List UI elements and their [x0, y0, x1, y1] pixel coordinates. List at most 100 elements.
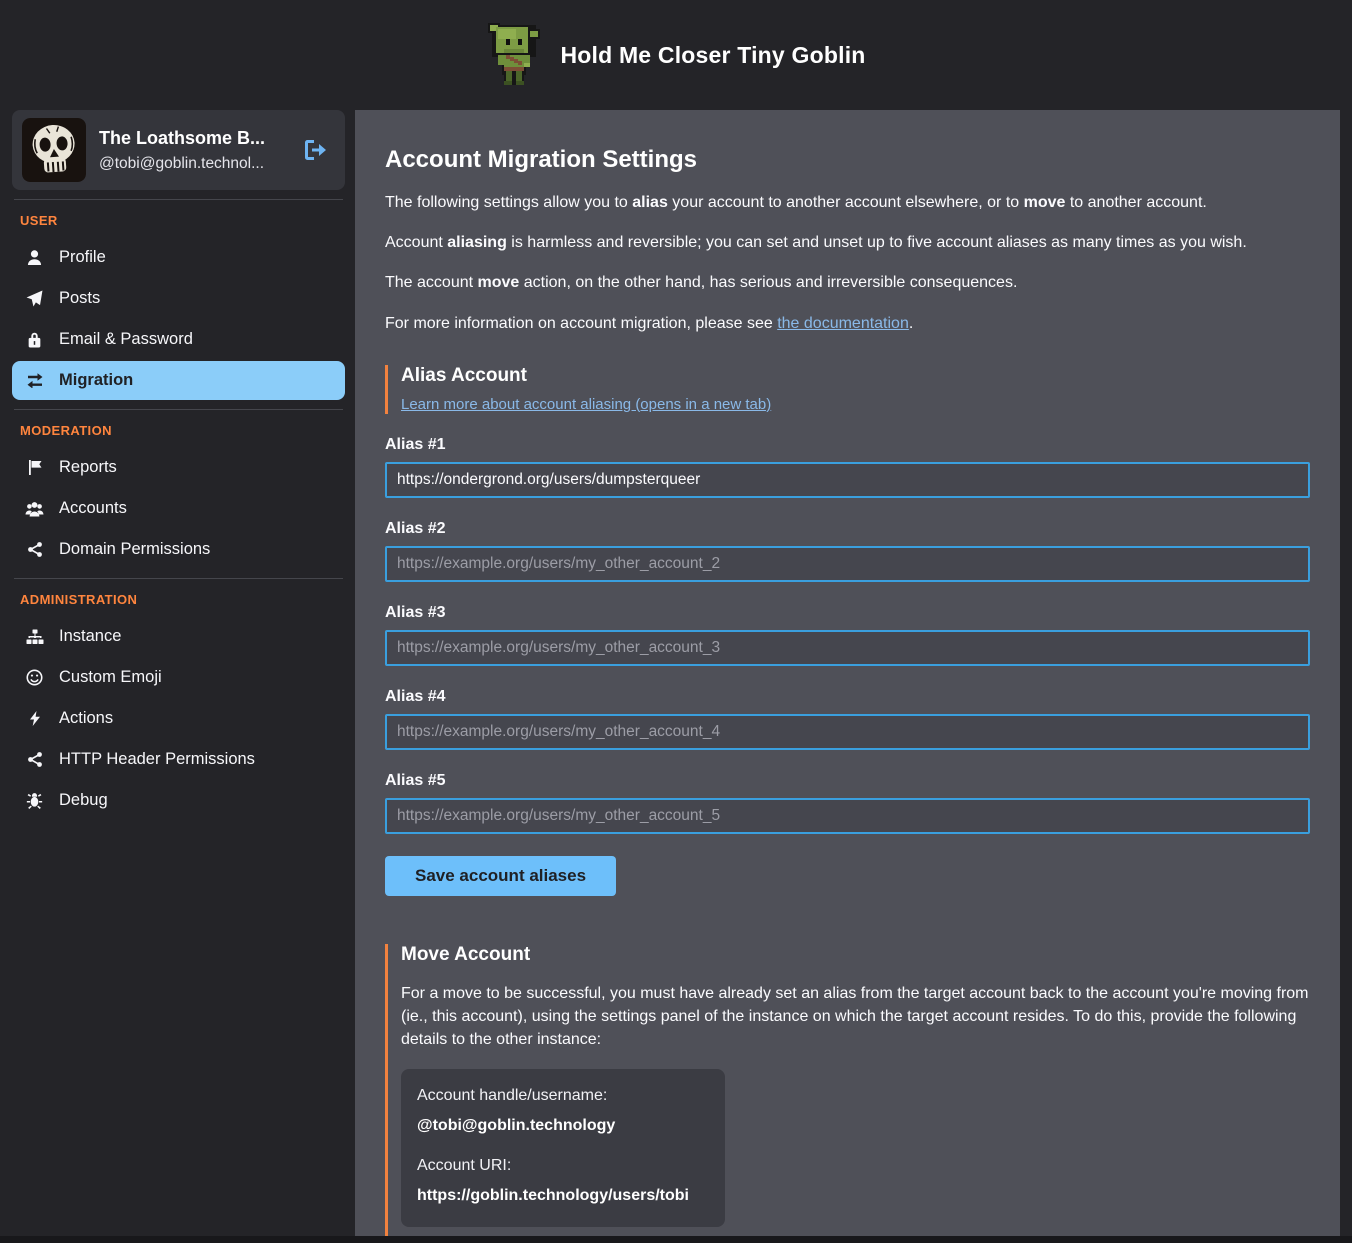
user-card: The Loathsome B... @tobi@goblin.technol.…	[12, 110, 345, 190]
bold-text: aliasing	[447, 234, 507, 251]
sidebar-item-profile[interactable]: Profile	[12, 238, 345, 277]
text: to another account.	[1065, 194, 1206, 211]
sidebar-item-reports[interactable]: Reports	[12, 448, 345, 487]
sidebar-item-label: Accounts	[59, 499, 127, 518]
account-uri-label: Account URI:	[417, 1157, 707, 1175]
user-icon	[25, 249, 44, 266]
sidebar-divider	[14, 578, 343, 579]
bold-text: move	[1024, 194, 1066, 211]
intro-paragraph-2: Account aliasing is harmless and reversi…	[385, 231, 1310, 254]
lock-icon	[25, 331, 44, 348]
sidebar-divider	[14, 409, 343, 410]
sidebar-item-label: Domain Permissions	[59, 540, 210, 559]
paper-plane-icon	[25, 290, 44, 307]
alias-1-input[interactable]	[385, 462, 1310, 498]
logout-icon	[303, 139, 327, 161]
text: action, on the other hand, has serious a…	[519, 274, 1017, 291]
move-info-box: Account handle/username: @tobi@goblin.te…	[401, 1069, 725, 1227]
alias-4-label: Alias #4	[385, 688, 1310, 706]
app-header: Hold Me Closer Tiny Goblin	[0, 0, 1352, 110]
app-title: Hold Me Closer Tiny Goblin	[560, 42, 865, 69]
sidebar-item-label: Profile	[59, 248, 106, 267]
sidebar-item-custom-emoji[interactable]: Custom Emoji	[12, 658, 345, 697]
alias-2-input[interactable]	[385, 546, 1310, 582]
move-section-docs: Move Account For a move to be successful…	[385, 944, 1310, 1243]
bug-icon	[25, 792, 44, 809]
save-account-aliases-button[interactable]: Save account aliases	[385, 856, 616, 896]
sidebar-item-label: Posts	[59, 289, 100, 308]
alias-5-label: Alias #5	[385, 772, 1310, 790]
alias-field-2: Alias #2	[385, 520, 1310, 582]
sidebar-item-instance[interactable]: Instance	[12, 617, 345, 656]
nav-category-user: USER	[20, 213, 337, 228]
sidebar-item-domain-permissions[interactable]: Domain Permissions	[12, 530, 345, 569]
text: Account	[385, 234, 447, 251]
account-uri-value: https://goblin.technology/users/tobi	[417, 1187, 707, 1205]
user-display-name: The Loathsome B...	[99, 128, 286, 149]
sidebar: The Loathsome B... @tobi@goblin.technol.…	[0, 110, 355, 822]
sidebar-item-http-header-permissions[interactable]: HTTP Header Permissions	[12, 740, 345, 779]
move-account-section: Move Account For a move to be successful…	[385, 944, 1310, 1243]
sidebar-item-accounts[interactable]: Accounts	[12, 489, 345, 528]
users-icon	[25, 501, 44, 517]
text: your account to another account elsewher…	[668, 194, 1024, 211]
intro-paragraph-4: For more information on account migratio…	[385, 312, 1310, 335]
alias-2-label: Alias #2	[385, 520, 1310, 538]
sidebar-item-label: Debug	[59, 791, 108, 810]
bolt-icon	[25, 710, 44, 727]
alias-field-3: Alias #3	[385, 604, 1310, 666]
move-description: For a move to be successful, you must ha…	[401, 982, 1310, 1052]
intro-paragraph-3: The account move action, on the other ha…	[385, 271, 1310, 294]
logout-button[interactable]	[299, 135, 331, 165]
account-handle-value: @tobi@goblin.technology	[417, 1117, 707, 1135]
alias-3-label: Alias #3	[385, 604, 1310, 622]
bold-text: move	[478, 274, 520, 291]
sidebar-item-label: HTTP Header Permissions	[59, 750, 255, 769]
sitemap-icon	[25, 629, 44, 645]
sidebar-item-debug[interactable]: Debug	[12, 781, 345, 820]
sidebar-item-label: Email & Password	[59, 330, 193, 349]
alias-section-docs: Alias Account Learn more about account a…	[385, 365, 1310, 414]
user-handle: @tobi@goblin.technol...	[99, 155, 286, 173]
text: is harmless and reversible; you can set …	[507, 234, 1247, 251]
alias-field-5: Alias #5	[385, 772, 1310, 834]
sidebar-item-posts[interactable]: Posts	[12, 279, 345, 318]
smiley-icon	[25, 669, 44, 686]
sidebar-item-email-password[interactable]: Email & Password	[12, 320, 345, 359]
alias-field-1: Alias #1	[385, 436, 1310, 498]
text: The following settings allow you to	[385, 194, 632, 211]
account-handle-label: Account handle/username:	[417, 1087, 707, 1105]
alias-4-input[interactable]	[385, 714, 1310, 750]
share-nodes-icon	[25, 541, 44, 558]
main-panel: Account Migration Settings The following…	[355, 110, 1340, 1243]
bold-text: alias	[632, 194, 668, 211]
goblin-pixel-logo	[486, 23, 542, 87]
skull-avatar	[22, 118, 86, 182]
move-section-heading: Move Account	[401, 944, 1310, 966]
sidebar-item-label: Instance	[59, 627, 121, 646]
sidebar-item-migration[interactable]: Migration	[12, 361, 345, 400]
nav-category-administration: ADMINISTRATION	[20, 592, 337, 607]
page-title: Account Migration Settings	[385, 146, 1310, 174]
alias-3-input[interactable]	[385, 630, 1310, 666]
alias-field-4: Alias #4	[385, 688, 1310, 750]
nav-category-moderation: MODERATION	[20, 423, 337, 438]
sidebar-item-label: Custom Emoji	[59, 668, 162, 687]
share-nodes-icon	[25, 751, 44, 768]
alias-5-input[interactable]	[385, 798, 1310, 834]
alias-1-label: Alias #1	[385, 436, 1310, 454]
intro-paragraph-1: The following settings allow you to alia…	[385, 191, 1310, 214]
alias-section-heading: Alias Account	[401, 365, 1310, 387]
flag-icon	[25, 459, 44, 476]
sidebar-item-actions[interactable]: Actions	[12, 699, 345, 738]
alias-account-section: Alias Account Learn more about account a…	[385, 365, 1310, 896]
documentation-link[interactable]: the documentation	[777, 315, 909, 332]
transfer-arrows-icon	[25, 373, 44, 388]
sidebar-item-label: Reports	[59, 458, 117, 477]
alias-doc-link[interactable]: Learn more about account aliasing (opens…	[401, 396, 771, 413]
user-meta: The Loathsome B... @tobi@goblin.technol.…	[99, 128, 286, 173]
sidebar-item-label: Migration	[59, 371, 133, 390]
text: .	[909, 315, 913, 332]
text: The account	[385, 274, 478, 291]
text: For more information on account migratio…	[385, 315, 777, 332]
